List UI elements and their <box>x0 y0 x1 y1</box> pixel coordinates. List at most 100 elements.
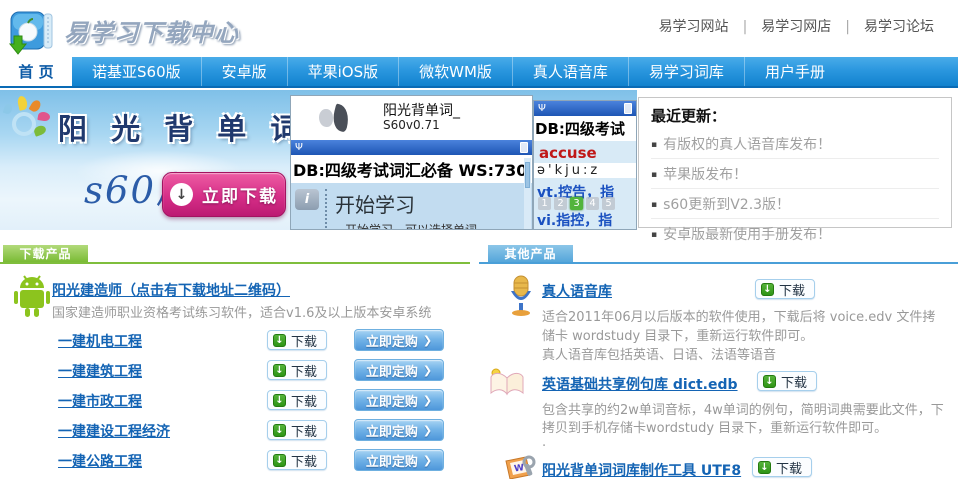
link-shop[interactable]: 易学习网店 <box>761 19 831 35</box>
example-desc-2: 拷贝到手机存储卡wordstudy 目录下，重新运行软件即可。 <box>542 417 887 436</box>
order-button[interactable]: 立即定购❯ <box>354 329 444 351</box>
update-item[interactable]: ▪s60更新到V2.3版！ <box>651 189 939 219</box>
tool-book-icon: W <box>504 455 536 479</box>
download-button[interactable]: ↓下载 <box>752 457 812 477</box>
antenna-icon: Ψ <box>295 142 303 153</box>
chevron-right-icon: ❯ <box>423 454 432 467</box>
download-button[interactable]: ↓下载 <box>757 371 817 391</box>
download-button[interactable]: ↓下载 <box>267 420 327 440</box>
app-screenshot-main: 阳光背单词_ S60v0.71 Ψ DB:四级考试词汇必备 WS:730 i 开… <box>290 95 533 230</box>
chevron-right-icon: ❯ <box>423 394 432 407</box>
section-underline <box>479 262 958 264</box>
item-link-jingji[interactable]: 一建建设工程经济 <box>58 421 170 441</box>
chevron-right-icon: ❯ <box>423 334 432 347</box>
voice-desc-1: 适合2011年06月以后版本的软件使用，下载后将 voice.edv 文件拷 <box>542 306 935 325</box>
download-button[interactable]: ↓下载 <box>267 390 327 410</box>
update-item[interactable]: ▪苹果版发布！ <box>651 159 939 189</box>
example-desc-1: 包含共享的约2w单词音标，4w单词的例句，简明词典需要此文件，下 <box>542 399 944 418</box>
app-version: S60v0.71 <box>383 119 460 133</box>
download-button[interactable]: ↓下载 <box>267 450 327 470</box>
order-button[interactable]: 立即定购❯ <box>354 449 444 471</box>
site-title: 易学习下载中心 <box>64 13 239 48</box>
menu-item-start-study: 开始学习 <box>335 189 477 218</box>
bullet-icon: ▪ <box>651 230 657 240</box>
svg-text:W: W <box>513 463 524 474</box>
recent-updates-panel: 最近更新： ▪有版权的真人语音库发布！ ▪苹果版发布！ ▪s60更新到V2.3版… <box>638 97 952 228</box>
menu-item-subtitle: 开始学习，可以选择单词 <box>345 221 477 230</box>
microphone-icon <box>506 275 536 317</box>
nav-tab-manual[interactable]: 用户手册 <box>744 57 845 86</box>
vocab-word: accuse <box>539 144 636 162</box>
nav-tab-voice-library[interactable]: 真人语音库 <box>512 57 628 86</box>
app-logo-icon <box>319 109 333 127</box>
tab-other-products: 其他产品 <box>488 245 573 262</box>
app-name: 阳光背单词_ <box>383 103 460 119</box>
app-screenshot-word: Ψ DB:四级考试 accuse ə'kju:z vt.控告，指 vi.指控，指… <box>533 100 637 230</box>
page-number[interactable]: 5 <box>602 197 615 210</box>
nav-tab-wm[interactable]: 微软WM版 <box>398 57 512 86</box>
updates-title: 最近更新： <box>651 105 939 126</box>
download-button[interactable]: ↓下载 <box>267 360 327 380</box>
example-desc-dot: . <box>542 435 546 450</box>
nav-tab-ios[interactable]: 苹果iOS版 <box>287 57 399 86</box>
link-forum[interactable]: 易学习论坛 <box>864 19 934 35</box>
download-button[interactable]: ↓下载 <box>267 330 327 350</box>
download-arrow-icon: ↓ <box>273 454 286 467</box>
banner-title: 阳 光 背 单 词 <box>58 106 306 148</box>
status-bar: Ψ <box>291 140 532 155</box>
item-link-jianzhu[interactable]: 一建建筑工程 <box>58 361 142 381</box>
link-website[interactable]: 易学习网站 <box>659 19 729 35</box>
bullet-icon: ▪ <box>651 200 657 210</box>
download-arrow-icon: ↓ <box>761 283 774 296</box>
top-links: 易学习网站|易学习网店|易学习论坛 <box>649 16 944 36</box>
update-item[interactable]: ▪安卓版最新使用手册发布！ <box>651 219 939 248</box>
page: 易学习下载中心 易学习网站|易学习网店|易学习论坛 首 页 诺基亚S60版 安卓… <box>0 0 958 479</box>
download-button[interactable]: ↓下载 <box>755 279 815 299</box>
vocab-meaning-vi: vi.指控，指 <box>537 210 636 230</box>
scrollbar <box>524 158 531 230</box>
product-link-example-db[interactable]: 英语基础共享例句库 dict.edb <box>542 374 738 394</box>
download-arrow-icon: ↓ <box>273 394 286 407</box>
download-arrow-icon: ↓ <box>273 424 286 437</box>
vocab-phonetic: ə'kju:z <box>534 163 636 178</box>
link-separator: | <box>743 19 748 35</box>
db-info-line: DB:四级考试 <box>534 116 636 141</box>
pagination: 1 2 3 4 5 <box>538 197 615 210</box>
order-button[interactable]: 立即定购❯ <box>354 389 444 411</box>
product-desc-builder: 国家建造师职业资格考试练习软件，适合v1.6及以上版本安卓系统 <box>52 302 431 321</box>
chevron-right-icon: ❯ <box>423 424 432 437</box>
chevron-right-icon: ❯ <box>423 364 432 377</box>
sun-logo-icon <box>4 96 54 142</box>
download-arrow-icon: ↓ <box>273 364 286 377</box>
item-link-jidian[interactable]: 一建机电工程 <box>58 331 142 351</box>
site-logo[interactable]: 易学习下载中心 <box>8 5 239 55</box>
antenna-icon: Ψ <box>538 103 546 114</box>
bullet-icon: ▪ <box>651 140 657 150</box>
item-link-shizheng[interactable]: 一建市政工程 <box>58 391 142 411</box>
product-link-builder[interactable]: 阳光建造师（点击有下载地址二维码） <box>52 280 290 300</box>
voice-desc-2: 储卡 wordstudy 目录下，重新运行软件即可。 <box>542 325 813 344</box>
schoolbag-download-icon <box>8 5 56 55</box>
android-icon <box>13 272 51 318</box>
main-nav: 首 页 诺基亚S60版 安卓版 苹果iOS版 微软WM版 真人语音库 易学习词库… <box>0 57 958 88</box>
page-number[interactable]: 1 <box>538 197 551 210</box>
download-arrow-icon: ↓ <box>273 334 286 347</box>
banner-download-button[interactable]: ↓ 立即下载 <box>162 172 286 217</box>
page-number-active[interactable]: 3 <box>570 197 583 210</box>
order-button[interactable]: 立即定购❯ <box>354 359 444 381</box>
product-link-dict-tool[interactable]: 阳光背单词词库制作工具 UTF8 <box>542 460 741 479</box>
page-number[interactable]: 4 <box>586 197 599 210</box>
nav-tab-home[interactable]: 首 页 <box>0 57 72 86</box>
nav-tab-android[interactable]: 安卓版 <box>201 57 287 86</box>
product-link-voice-library[interactable]: 真人语音库 <box>542 281 612 301</box>
promo-banner: 阳 光 背 单 词 s60版 ↓ 立即下载 阳光背单词_ S60v0.71 Ψ … <box>0 90 637 230</box>
section-underline <box>0 262 470 264</box>
update-item[interactable]: ▪有版权的真人语音库发布！ <box>651 129 939 159</box>
nav-tab-nokia-s60[interactable]: 诺基亚S60版 <box>72 57 201 86</box>
page-number[interactable]: 2 <box>554 197 567 210</box>
info-icon: i <box>295 189 319 210</box>
item-link-gonglu[interactable]: 一建公路工程 <box>58 451 142 471</box>
nav-tab-dictionary[interactable]: 易学习词库 <box>628 57 744 86</box>
order-button[interactable]: 立即定购❯ <box>354 419 444 441</box>
battery-icon <box>624 103 632 114</box>
